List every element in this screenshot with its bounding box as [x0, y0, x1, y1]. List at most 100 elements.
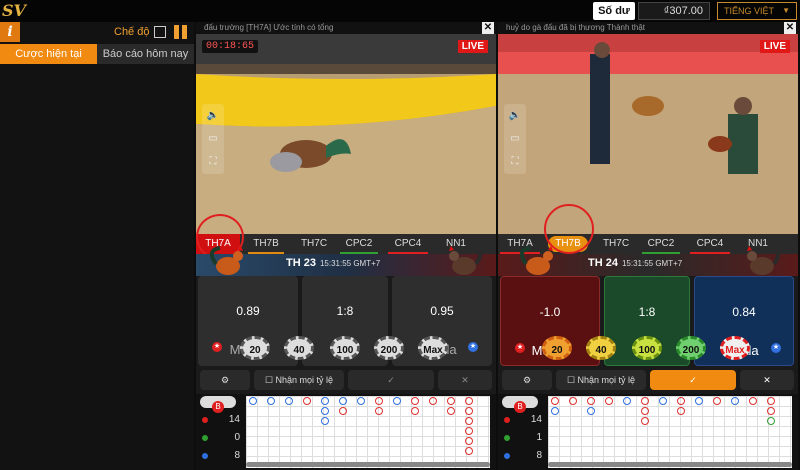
live-badge: LIVE [457, 40, 488, 53]
action-row: ⚙ ☐ Nhận mọi tỷ lệ ✓ ✕ [196, 370, 496, 390]
bead-meron [767, 407, 775, 415]
road-toggle[interactable]: B [200, 396, 236, 413]
chip-max[interactable]: Max [720, 336, 750, 360]
bead-wala [587, 407, 595, 415]
road-scrollbar[interactable] [246, 462, 490, 467]
confirm-button[interactable]: ✓ [650, 370, 736, 390]
fullscreen-icon[interactable]: ⛶ [202, 150, 224, 173]
bead-meron [375, 397, 383, 405]
table-panel-1: đấu trường [TH7A] Ước tính có tổng ✕ 00:… [196, 22, 496, 470]
bead-road-grid [246, 396, 490, 468]
chip-20[interactable]: 20 [240, 336, 270, 360]
left-tabs: Cược hiện tại Báo cáo hôm nay [0, 44, 194, 64]
bead-meron [641, 417, 649, 425]
bead-road-grid [548, 396, 792, 468]
bead-wala [321, 417, 329, 425]
screen-icon[interactable]: ▭ [202, 127, 224, 150]
tab-th7c[interactable]: TH7C [596, 234, 636, 254]
chip-20[interactable]: 20 [542, 336, 572, 360]
table-title: đấu trường [TH7A] Ước tính có tổng [196, 22, 496, 34]
bead-bdd [767, 417, 775, 425]
bead-wala [695, 397, 703, 405]
rooster-right-icon [747, 246, 781, 275]
settings-icon[interactable]: ⚙ [200, 370, 250, 390]
info-icon[interactable]: i [0, 22, 20, 42]
bead-meron [465, 437, 473, 445]
accept-odds-toggle[interactable]: ☐ Nhận mọi tỷ lệ [254, 370, 344, 390]
bead-meron [465, 447, 473, 455]
wala-odds: 0.95 [430, 304, 454, 318]
tab-th7c[interactable]: TH7C [294, 234, 334, 254]
video-controls: 🔈 ▭ ⛶ [504, 104, 526, 174]
mode-checkbox[interactable] [154, 26, 166, 38]
accept-odds-toggle[interactable]: ☐ Nhận mọi tỷ lệ [556, 370, 646, 390]
balance-button[interactable]: Số dư [593, 2, 635, 20]
confirm-button[interactable]: ✓ [348, 370, 434, 390]
bead-meron [447, 397, 455, 405]
volume-icon[interactable]: 🔈 [504, 104, 526, 127]
settings-icon[interactable]: ⚙ [502, 370, 552, 390]
wala-odds: 0.84 [732, 305, 756, 319]
bead-wala [731, 397, 739, 405]
chip-100[interactable]: 100 [330, 336, 360, 360]
match-time: 15:31:55 GMT+7 [319, 259, 381, 268]
chip-200[interactable]: 200 [676, 336, 706, 360]
balance-value: ₫307.00 [638, 2, 710, 20]
bead-wala [249, 397, 257, 405]
bead-meron [677, 397, 685, 405]
road-toggle[interactable]: B [502, 396, 538, 413]
chip-selector: 20 40 100 200 Max [498, 336, 798, 364]
video-stream: 00:18:65 LIVE 🔈 ▭ ⛶ [196, 34, 496, 234]
fullscreen-icon[interactable]: ⛶ [504, 150, 526, 173]
bead-meron [749, 397, 757, 405]
tab-cpc2[interactable]: CPC2 [338, 234, 380, 254]
cancel-button[interactable]: ✕ [740, 370, 794, 390]
road-map: B 14 0 8 [196, 394, 496, 470]
bead-wala [659, 397, 667, 405]
tab-cpc2[interactable]: CPC2 [640, 234, 682, 254]
bead-meron [339, 407, 347, 415]
bead-wala [321, 397, 329, 405]
tab-cpc4[interactable]: CPC4 [386, 234, 430, 254]
bead-meron [465, 417, 473, 425]
video-controls: 🔈 ▭ ⛶ [202, 104, 224, 174]
table-title: huỷ do gà đấu đã bị thương Thành thật [498, 22, 798, 34]
bead-wala [393, 397, 401, 405]
bead-meron [465, 407, 473, 415]
bead-meron [641, 407, 649, 415]
match-time: 15:31:55 GMT+7 [621, 259, 683, 268]
logo: SV [2, 1, 26, 20]
chip-selector: 20 40 100 200 Max [196, 336, 496, 364]
road-scrollbar[interactable] [548, 462, 792, 467]
bead-meron [447, 407, 455, 415]
chip-max[interactable]: Max [418, 336, 448, 360]
close-icon[interactable]: ✕ [482, 22, 494, 34]
pause-icon[interactable] [174, 25, 188, 39]
bead-meron [677, 407, 685, 415]
chip-200[interactable]: 200 [374, 336, 404, 360]
language-select[interactable]: TIẾNG VIỆT ▼ [717, 2, 797, 20]
bead-meron [429, 397, 437, 405]
video-stream: LIVE 🔈 ▭ ⛶ [498, 34, 798, 234]
tab-cpc4[interactable]: CPC4 [688, 234, 732, 254]
bead-meron [641, 397, 649, 405]
chip-40[interactable]: 40 [586, 336, 616, 360]
tab-th7b[interactable]: TH7B [246, 234, 286, 254]
bdd-odds: 1:8 [638, 305, 656, 319]
tab-current-bets[interactable]: Cược hiện tại [0, 44, 97, 64]
close-icon[interactable]: ✕ [784, 22, 796, 34]
round-timer: 00:18:65 [202, 40, 259, 53]
cancel-button[interactable]: ✕ [438, 370, 492, 390]
rooster-left-icon [209, 246, 243, 275]
tab-today-report[interactable]: Báo cáo hôm nay [97, 44, 194, 64]
bead-meron [465, 427, 473, 435]
match-number: TH 24 [588, 257, 618, 269]
screen-icon[interactable]: ▭ [504, 127, 526, 150]
chip-100[interactable]: 100 [632, 336, 662, 360]
bead-meron [605, 397, 613, 405]
volume-icon[interactable]: 🔈 [202, 104, 224, 127]
bead-wala [357, 397, 365, 405]
chip-40[interactable]: 40 [284, 336, 314, 360]
bead-meron [465, 397, 473, 405]
bead-meron [587, 397, 595, 405]
